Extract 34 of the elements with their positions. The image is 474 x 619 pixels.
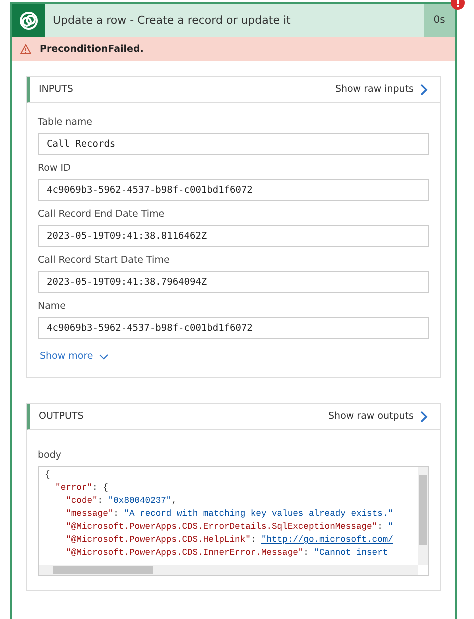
action-title: Update a row - Create a record or update it xyxy=(52,13,292,29)
code-line: "@Microsoft.PowerApps.CDS.HelpLink": "http://go.microsoft.com/ xyxy=(65,534,394,547)
field-value: 2023-05-19T09:41:38.7964094Z xyxy=(38,271,429,293)
field-label: Row ID xyxy=(38,163,72,174)
field-label: body xyxy=(38,450,62,461)
chevron-right-icon xyxy=(420,410,428,422)
show-raw-outputs-link[interactable]: Show raw outputs xyxy=(328,410,428,422)
chevron-down-icon xyxy=(99,354,110,360)
code-line: "@Microsoft.PowerApps.CDS.ErrorDetails.SqlExceptionMessage": " xyxy=(65,521,394,534)
code-line: "error": { xyxy=(54,482,110,495)
horizontal-scrollbar[interactable] xyxy=(39,565,418,575)
vertical-scrollbar[interactable] xyxy=(418,467,428,565)
show-raw-inputs-link[interactable]: Show raw inputs xyxy=(335,84,428,96)
panel-title: INPUTS xyxy=(39,84,74,95)
field-value: 2023-05-19T09:41:38.8116462Z xyxy=(38,225,429,247)
show-more-link[interactable]: Show more xyxy=(40,351,110,362)
field-label: Name xyxy=(38,301,68,312)
code-line: { xyxy=(45,469,52,482)
code-line: "@Microsoft.PowerApps.CDS.InnerError.Message": "Cannot insert xyxy=(65,547,390,560)
action-header[interactable]: Update a row - Create a record or update it 0s xyxy=(12,4,455,37)
field-value: 4c9069b3-5962-4537-b98f-c001bd1f6072 xyxy=(38,317,429,339)
code-line: "message": "A record with matching key values already exists." xyxy=(65,508,394,521)
chevron-right-icon xyxy=(420,84,428,96)
field-label: Call Record Start Date Time xyxy=(38,255,171,266)
field-label: Call Record End Date Time xyxy=(38,209,166,220)
field-label: Table name xyxy=(38,117,94,128)
code-line: "code": "0x80040237", xyxy=(65,495,178,508)
field-value: 4c9069b3-5962-4537-b98f-c001bd1f6072 xyxy=(38,179,429,201)
field-value: Call Records xyxy=(38,133,429,155)
logo-icon xyxy=(18,10,38,30)
warning-icon xyxy=(20,44,32,54)
error-message: PreconditionFailed. xyxy=(40,44,144,54)
duration: 0s xyxy=(424,4,455,37)
panel-title: OUTPUTS xyxy=(39,411,84,422)
